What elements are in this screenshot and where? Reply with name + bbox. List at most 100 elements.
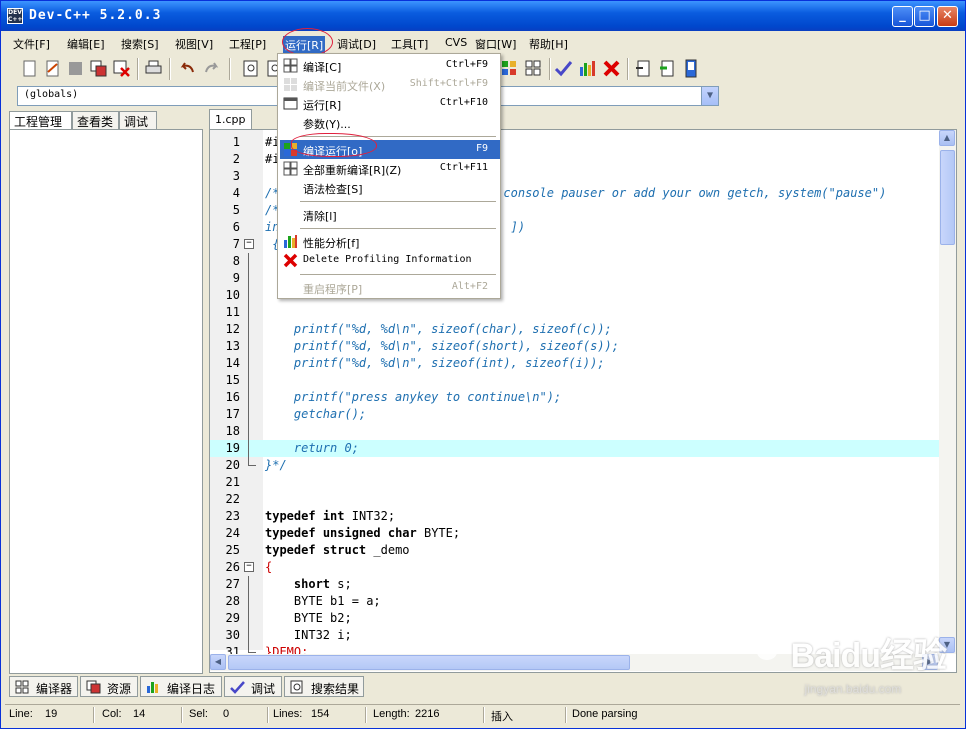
find-icon[interactable] — [241, 58, 262, 79]
rebuild-toolbar-icon[interactable] — [523, 58, 544, 79]
title-bar[interactable]: DEV C++ Dev-C++ 5.2.0.3 _ □ ✕ — [1, 1, 965, 31]
menu-item-compile[interactable]: 编译[C] Ctrl+F9 — [280, 56, 500, 75]
add-to-project-icon[interactable] — [633, 58, 654, 79]
tab-search-results[interactable]: 搜索结果 — [284, 676, 364, 697]
tab-file[interactable]: 1.cpp — [209, 109, 252, 129]
remove-from-project-icon[interactable] — [657, 58, 678, 79]
fold-line-marker — [248, 304, 249, 321]
watermark-brand: Baidu经验 — [790, 637, 947, 675]
undo-icon[interactable] — [177, 58, 198, 79]
code-line[interactable]: 12 printf("%d, %d\n", sizeof(char), size… — [210, 321, 940, 338]
menu-item-clean[interactable]: 清除[l] — [280, 205, 500, 224]
code-line[interactable]: 15 — [210, 372, 940, 389]
line-number: 23 — [225, 509, 240, 523]
new-file-icon[interactable] — [19, 58, 40, 79]
scroll-left-arrow-icon[interactable]: ◀ — [210, 654, 226, 670]
close-button[interactable]: ✕ — [937, 6, 958, 27]
app-icon: DEV C++ — [7, 8, 23, 24]
vertical-scroll-thumb[interactable] — [940, 150, 955, 245]
fold-toggle-icon[interactable]: − — [244, 239, 254, 249]
paw-logo-icon — [751, 629, 783, 660]
close-file-icon[interactable] — [111, 58, 132, 79]
tab-class-browser[interactable]: 查看类 — [72, 111, 119, 129]
menu-item-compile-current-file[interactable]: 编译当前文件(X) Shift+Ctrl+F9 — [280, 75, 500, 94]
menu-separator — [300, 274, 496, 275]
delete-icon — [283, 253, 298, 268]
tab-compiler[interactable]: 编译器 — [9, 676, 78, 697]
code-line[interactable]: 25 typedef struct _demo — [210, 542, 940, 559]
menu-item-profile[interactable]: 性能分析[f] — [280, 232, 500, 251]
menu-file[interactable]: 文件[F] — [13, 36, 50, 52]
status-line-value: 19 — [45, 708, 58, 720]
code-line[interactable]: 27 short s; — [210, 576, 940, 593]
chevron-down-icon[interactable]: ▼ — [701, 87, 718, 105]
status-divider — [483, 707, 485, 723]
project-panel[interactable] — [9, 129, 203, 674]
line-number: 5 — [232, 203, 240, 217]
toolbar-separator — [549, 58, 551, 80]
print-icon[interactable] — [143, 58, 164, 79]
menu-debug[interactable]: 调试[D] — [337, 36, 376, 52]
code-line[interactable]: 17 getchar(); — [210, 406, 940, 423]
minimize-button[interactable]: _ — [892, 6, 913, 27]
menu-item-delete-profiling[interactable]: Delete Profiling Information — [280, 251, 500, 270]
menu-edit[interactable]: 编辑[E] — [67, 36, 105, 52]
compile-toolbar-icon[interactable] — [499, 58, 520, 79]
code-line[interactable]: 18 — [210, 423, 940, 440]
menu-item-rebuild-all[interactable]: 全部重新编译[R](Z) Ctrl+F11 — [280, 159, 500, 178]
menu-window[interactable]: 窗口[W] — [475, 36, 516, 52]
line-number: 17 — [225, 407, 240, 421]
maximize-button[interactable]: □ — [914, 6, 935, 27]
project-options-icon[interactable] — [681, 58, 702, 79]
code-line[interactable]: 24 typedef unsigned char BYTE; — [210, 525, 940, 542]
code-line[interactable]: 29 BYTE b2; — [210, 610, 940, 627]
status-sel-label: Sel: — [189, 708, 208, 720]
status-length-label: Length: — [373, 708, 410, 720]
tab-resources[interactable]: 资源 — [80, 676, 138, 697]
save-all-icon[interactable] — [88, 58, 109, 79]
check-syntax-icon[interactable] — [553, 58, 574, 79]
menu-cvs[interactable]: CVS — [445, 36, 467, 49]
save-icon[interactable] — [65, 58, 86, 79]
menu-search[interactable]: 搜索[S] — [121, 36, 159, 52]
menu-item-parameters[interactable]: 参数(Y)... — [280, 113, 500, 132]
code-line[interactable]: 20}*/ — [210, 457, 940, 474]
code-line[interactable]: 13 printf("%d, %d\n", sizeof(short), siz… — [210, 338, 940, 355]
delete-profile-toolbar-icon[interactable] — [601, 58, 622, 79]
code-line[interactable]: 26− { — [210, 559, 940, 576]
tab-compile-log[interactable]: 编译日志 — [140, 676, 222, 697]
menu-help[interactable]: 帮助[H] — [529, 36, 568, 52]
fold-toggle-icon[interactable]: − — [244, 562, 254, 572]
status-col-label: Col: — [102, 708, 122, 720]
code-line[interactable]: 21 — [210, 474, 940, 491]
code-line[interactable]: 23 typedef int INT32; — [210, 508, 940, 525]
vertical-scrollbar[interactable]: ▲ ▼ — [939, 130, 956, 654]
open-file-icon[interactable] — [42, 58, 63, 79]
scroll-up-arrow-icon[interactable]: ▲ — [939, 130, 955, 146]
code-line[interactable]: 11 — [210, 304, 940, 321]
menu-item-restart-program[interactable]: 重启程序[P] Alt+F2 — [280, 278, 500, 297]
menu-item-syntax-check[interactable]: 语法检查[S] — [280, 178, 500, 197]
status-lines-value: 154 — [311, 708, 330, 720]
code-text: typedef unsigned char BYTE; — [265, 526, 461, 540]
code-line[interactable]: 19 return 0; — [210, 440, 940, 457]
code-line[interactable]: 16 printf("press anykey to continue\n"); — [210, 389, 940, 406]
menu-view[interactable]: 视图[V] — [175, 36, 213, 52]
code-line[interactable]: 14 printf("%d, %d\n", sizeof(int), sizeo… — [210, 355, 940, 372]
menu-item-label: 清除[l] — [303, 210, 337, 223]
menu-project[interactable]: 工程[P] — [229, 36, 266, 52]
menu-item-label: Delete Profiling Information — [303, 254, 472, 265]
profile-toolbar-icon[interactable] — [577, 58, 598, 79]
tab-debug-output[interactable]: 调试 — [224, 676, 282, 697]
code-line[interactable]: 22 — [210, 491, 940, 508]
tab-debug[interactable]: 调试 — [119, 111, 157, 129]
menu-separator — [300, 201, 496, 202]
menu-item-run[interactable]: 运行[R] Ctrl+F10 — [280, 94, 500, 113]
code-text: printf("%d, %d\n", sizeof(char), sizeof(… — [265, 322, 612, 336]
menu-tools[interactable]: 工具[T] — [391, 36, 428, 52]
line-number: 21 — [225, 475, 240, 489]
horizontal-scroll-thumb[interactable] — [228, 655, 630, 670]
code-line[interactable]: 28 BYTE b1 = a; — [210, 593, 940, 610]
tab-project-manager[interactable]: 工程管理 — [9, 111, 72, 130]
redo-icon[interactable] — [201, 58, 222, 79]
